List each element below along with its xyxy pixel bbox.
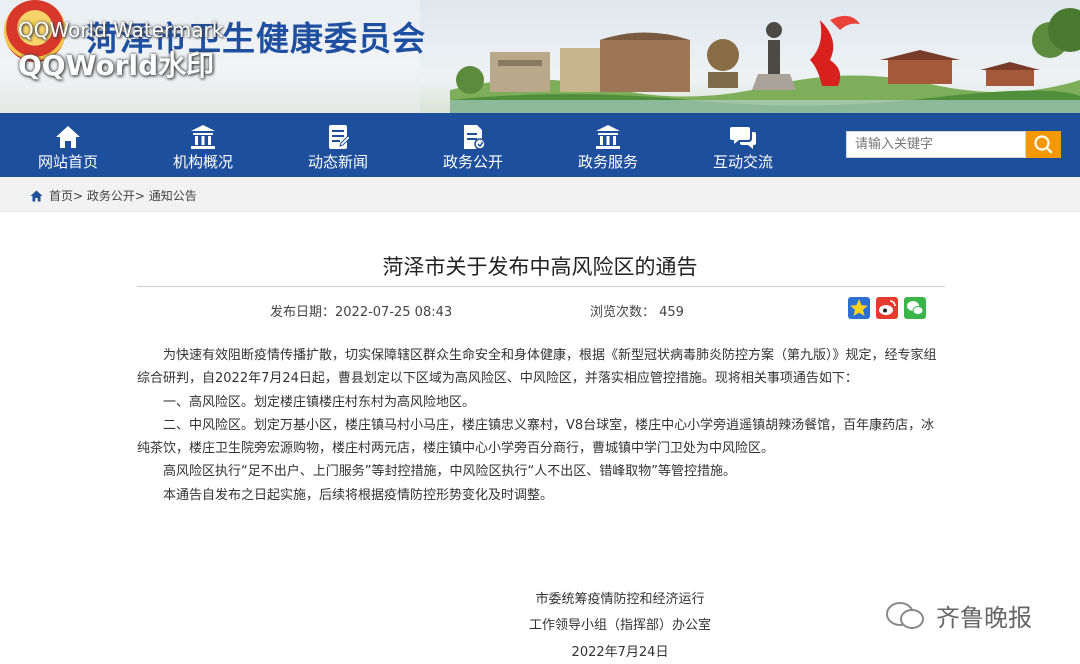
news-icon [329,125,351,149]
search-icon [1034,135,1053,154]
nav-item-label: 网站首页 [37,153,98,171]
article-paragraph: 高风险区执行“足不出户、上门服务”等封控措施，中风险区执行“人不出区、错峰取物”… [163,464,736,480]
article-paragraph: 本通告自发布之日起实施，后续将根据疫情防控形势变化及时调整。 [163,487,554,503]
nav-item-label: 动态新闻 [307,153,368,171]
article-paragraph: 为快速有效阻断疫情传播扩散，切实保障辖区群众生命安全和身体健康，根据《新型冠状病… [137,348,937,387]
share-weibo-button[interactable] [876,297,898,319]
watermark-text-cn: QQWorld水印 [18,49,215,82]
home-icon [30,190,43,202]
article-body: 为快速有效阻断疫情传播扩散，切实保障辖区群众生命安全和身体健康，根据《新型冠状病… [137,344,945,507]
nav-item-gov-service[interactable]: 政务服务 [543,113,673,177]
nav-item-gov-affairs-open[interactable]: 政务公开 [408,113,538,177]
breadcrumb-bar: 首页> 政务公开> 通知公告 [0,177,1080,212]
share-wechat-button[interactable] [904,297,926,319]
breadcrumb-links[interactable]: 首页> 政务公开> 通知公告 [49,189,197,203]
weibo-icon [879,300,896,315]
title-divider [137,286,945,287]
signature-date: 2022年7月24日 [571,645,669,660]
home-icon [56,126,80,148]
brand-watermark: 齐鲁晚报 [936,604,1032,632]
nav-item-label: 互动交流 [712,153,773,171]
nav-item-label: 政务服务 [577,153,638,171]
signature-line-1: 市委统筹疫情防控和经济运行 [535,592,705,607]
institution-icon [191,125,215,149]
wechat-icon [907,301,924,315]
article-paragraph: 一、高风险区。划定楼庄镇楼庄村东村为高风险地区。 [163,394,476,410]
city-scenery-image [450,8,1080,113]
nav-item-label: 政务公开 [442,153,503,171]
article-title: 菏泽市关于发布中高风险区的通告 [382,255,698,279]
breadcrumb: 首页> 政务公开> 通知公告 [30,187,197,204]
nav-item-news[interactable]: 动态新闻 [273,113,403,177]
nav-item-label: 机构概况 [172,153,233,171]
wechat-logo-icon [886,602,924,629]
share-qzone-button[interactable] [848,297,870,319]
qzone-star-icon [850,299,868,316]
chat-icon [730,127,756,149]
service-icon [596,125,620,149]
nav-item-institution[interactable]: 机构概况 [138,113,268,177]
article-paragraph: 二、中风险区。划定万基小区，楼庄镇马村小马庄，楼庄镇忠义寨村，V8台球室，楼庄中… [137,417,935,457]
nav-item-interaction[interactable]: 互动交流 [678,113,808,177]
publish-date: 发布日期：2022-07-25 08:43 [270,305,453,320]
header-banner: ★ 菏泽市卫生健康委员会 QQWorld Watermark QQWorld水印 [0,0,1080,113]
watermark-text-en: QQWorld Watermark [18,18,224,42]
document-icon [464,125,486,150]
nav-item-home[interactable]: 网站首页 [3,113,133,177]
search-button[interactable] [1026,131,1061,158]
signature-line-2: 工作领导小组（指挥部）办公室 [528,618,711,633]
search-input[interactable] [846,131,1026,158]
view-count: 浏览次数： 459 [590,305,684,320]
